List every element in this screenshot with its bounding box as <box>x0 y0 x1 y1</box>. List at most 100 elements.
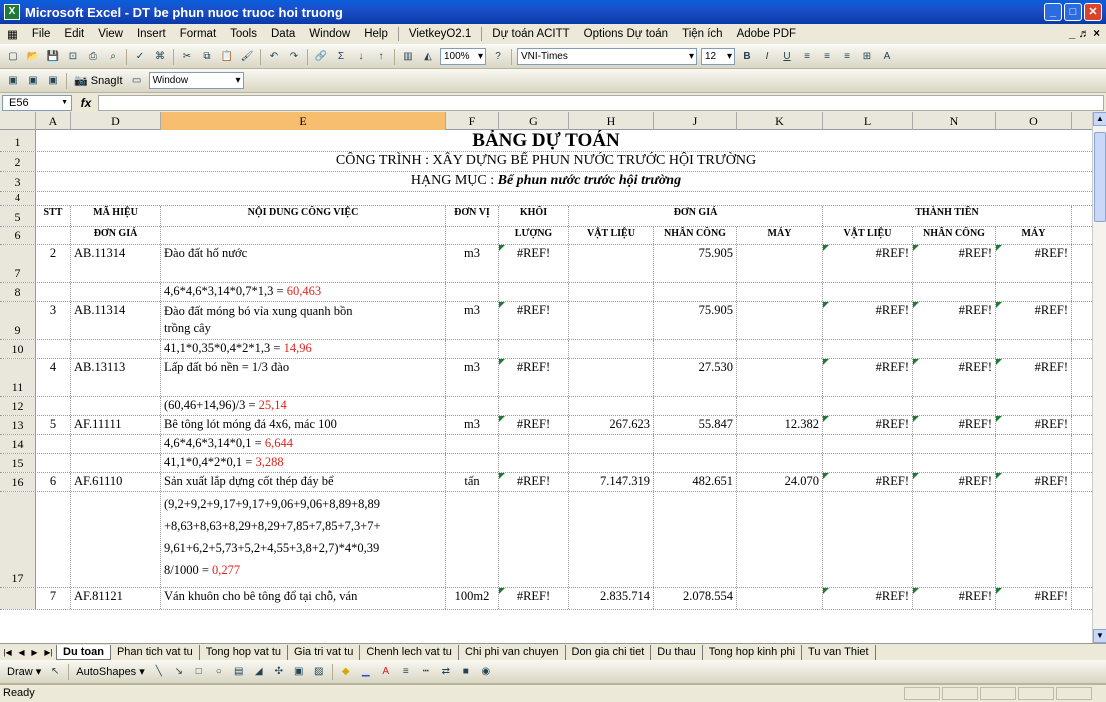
cell[interactable] <box>913 340 996 358</box>
cell-nhan-cong[interactable]: 2.078.554 <box>654 588 737 609</box>
arrow-icon[interactable]: ↘ <box>170 664 188 680</box>
tab-don-gia-chi-tiet[interactable]: Don gia chi tiet <box>566 644 652 660</box>
undo-icon[interactable]: ↶ <box>265 49 283 65</box>
col-header-h[interactable]: H <box>569 112 654 130</box>
cell[interactable] <box>499 435 569 453</box>
cell-ma-hieu[interactable]: AB.11314 <box>71 245 161 282</box>
cell-don-vi[interactable]: m3 <box>446 245 499 282</box>
cell[interactable] <box>71 435 161 453</box>
cell-stt[interactable]: 7 <box>36 588 71 609</box>
pdf-review-icon[interactable]: ▣ <box>44 73 62 89</box>
cell[interactable] <box>823 397 913 415</box>
cell[interactable] <box>36 435 71 453</box>
spelling-icon[interactable]: ✓ <box>131 49 149 65</box>
drawing-icon[interactable]: ◭ <box>419 49 437 65</box>
cell[interactable] <box>737 492 823 587</box>
pdf-email-icon[interactable]: ▣ <box>24 73 42 89</box>
cell-tt-vat-lieu[interactable]: #REF! <box>823 473 913 491</box>
cell-khoi-luong[interactable]: #REF! <box>499 416 569 434</box>
snagit-button[interactable]: 📷 SnagIt <box>70 74 127 87</box>
cell[interactable] <box>499 397 569 415</box>
clipart-icon[interactable]: ▣ <box>290 664 308 680</box>
draw-menu[interactable]: Draw ▾ <box>3 665 45 678</box>
vertical-scrollbar[interactable]: ▲ ▼ <box>1092 112 1106 643</box>
diagram-icon[interactable]: ✣ <box>270 664 288 680</box>
snagit-window-combo[interactable]: Window <box>148 72 244 89</box>
line-style-icon[interactable]: ≡ <box>397 664 415 680</box>
work-item[interactable]: HẠNG MỤC : Bể phun nước trước hội trường <box>36 172 1056 191</box>
cut-icon[interactable]: ✂ <box>178 49 196 65</box>
cell[interactable] <box>913 283 996 301</box>
next-sheet-icon[interactable]: ▶ <box>31 648 37 657</box>
snagit-window-icon[interactable]: ▭ <box>128 73 146 89</box>
cell-formula[interactable]: (9,2+9,2+9,17+9,17+9,06+9,06+8,89+8,89 +… <box>161 492 446 587</box>
select-all-corner[interactable] <box>0 112 36 130</box>
chart-wizard-icon[interactable]: ▥ <box>399 49 417 65</box>
cell-ma-hieu[interactable]: AF.61110 <box>71 473 161 491</box>
header-may[interactable]: MÁY <box>737 227 823 244</box>
maximize-button[interactable]: □ <box>1064 3 1082 21</box>
cell-may[interactable]: 24.070 <box>737 473 823 491</box>
cell[interactable] <box>654 283 737 301</box>
tab-du-thau[interactable]: Du thau <box>651 644 703 660</box>
menu-edit[interactable]: Edit <box>57 28 91 40</box>
wordart-icon[interactable]: ◢ <box>250 664 268 680</box>
cell-may[interactable] <box>737 588 823 609</box>
row-header[interactable]: 8 <box>0 283 36 301</box>
row-header[interactable]: 10 <box>0 340 36 358</box>
cell[interactable] <box>654 454 737 472</box>
cell-tt-nhan-cong[interactable]: #REF! <box>913 302 996 339</box>
scroll-thumb[interactable] <box>1094 132 1106 222</box>
cell[interactable] <box>823 340 913 358</box>
cell[interactable] <box>446 454 499 472</box>
empty-row[interactable] <box>36 192 1056 205</box>
autoshapes-menu[interactable]: AutoShapes ▾ <box>72 665 149 678</box>
formula-input[interactable] <box>98 94 1104 111</box>
cell-tt-may[interactable]: #REF! <box>996 588 1072 609</box>
header-khoi[interactable]: KHỐI <box>499 206 569 226</box>
cell[interactable] <box>36 492 71 587</box>
cell-stt[interactable]: 2 <box>36 245 71 282</box>
cell-vat-lieu[interactable] <box>569 302 654 339</box>
open-icon[interactable]: 📂 <box>24 49 42 65</box>
cell[interactable] <box>71 283 161 301</box>
font-color-icon[interactable]: A <box>377 664 395 680</box>
align-center-icon[interactable]: ≡ <box>818 49 836 65</box>
menu-tien-ich[interactable]: Tiện ích <box>675 28 729 40</box>
cell[interactable] <box>569 340 654 358</box>
menu-view[interactable]: View <box>91 28 130 40</box>
tab-tong-hop-kinh-phi[interactable]: Tong hop kinh phi <box>703 644 803 660</box>
cell-khoi-luong[interactable]: #REF! <box>499 359 569 396</box>
cell[interactable] <box>737 454 823 472</box>
cell[interactable] <box>446 283 499 301</box>
cell[interactable] <box>36 227 71 244</box>
cell-noi-dung[interactable]: Ván khuôn cho bê tông đổ tại chỗ, ván <box>161 588 446 609</box>
menu-insert[interactable]: Insert <box>130 28 173 40</box>
sort-ascending-icon[interactable]: ↓ <box>352 49 370 65</box>
menu-file[interactable]: File <box>25 28 58 40</box>
borders-icon[interactable]: ⊞ <box>858 49 876 65</box>
cell-noi-dung[interactable]: Sản xuất lắp dựng cốt thép đáy bể <box>161 473 446 491</box>
row-header[interactable]: 11 <box>0 359 36 396</box>
font-combo[interactable]: VNI-Times <box>517 48 697 65</box>
cell[interactable] <box>36 340 71 358</box>
underline-button[interactable]: U <box>778 49 796 65</box>
italic-button[interactable]: I <box>758 49 776 65</box>
cell[interactable] <box>499 492 569 587</box>
row-header[interactable]: 12 <box>0 397 36 415</box>
cell-khoi-luong[interactable]: #REF! <box>499 473 569 491</box>
cell-stt[interactable]: 5 <box>36 416 71 434</box>
cell-don-vi[interactable]: m3 <box>446 416 499 434</box>
cell[interactable] <box>737 340 823 358</box>
cell-don-vi[interactable]: m3 <box>446 359 499 396</box>
cell-tt-nhan-cong[interactable]: #REF! <box>913 473 996 491</box>
cell-ma-hieu[interactable]: AB.11314 <box>71 302 161 339</box>
shadow-icon[interactable]: ■ <box>457 664 475 680</box>
tab-chi-phi-van-chuyen[interactable]: Chi phi van chuyen <box>459 644 566 660</box>
rectangle-icon[interactable]: □ <box>190 664 208 680</box>
cell-don-vi[interactable]: m3 <box>446 302 499 339</box>
menu-options-du-toan[interactable]: Options Dự toán <box>577 28 675 40</box>
cell-vat-lieu[interactable] <box>569 359 654 396</box>
cell[interactable] <box>446 340 499 358</box>
tab-phan-tich-vat-tu[interactable]: Phan tich vat tu <box>111 644 200 660</box>
